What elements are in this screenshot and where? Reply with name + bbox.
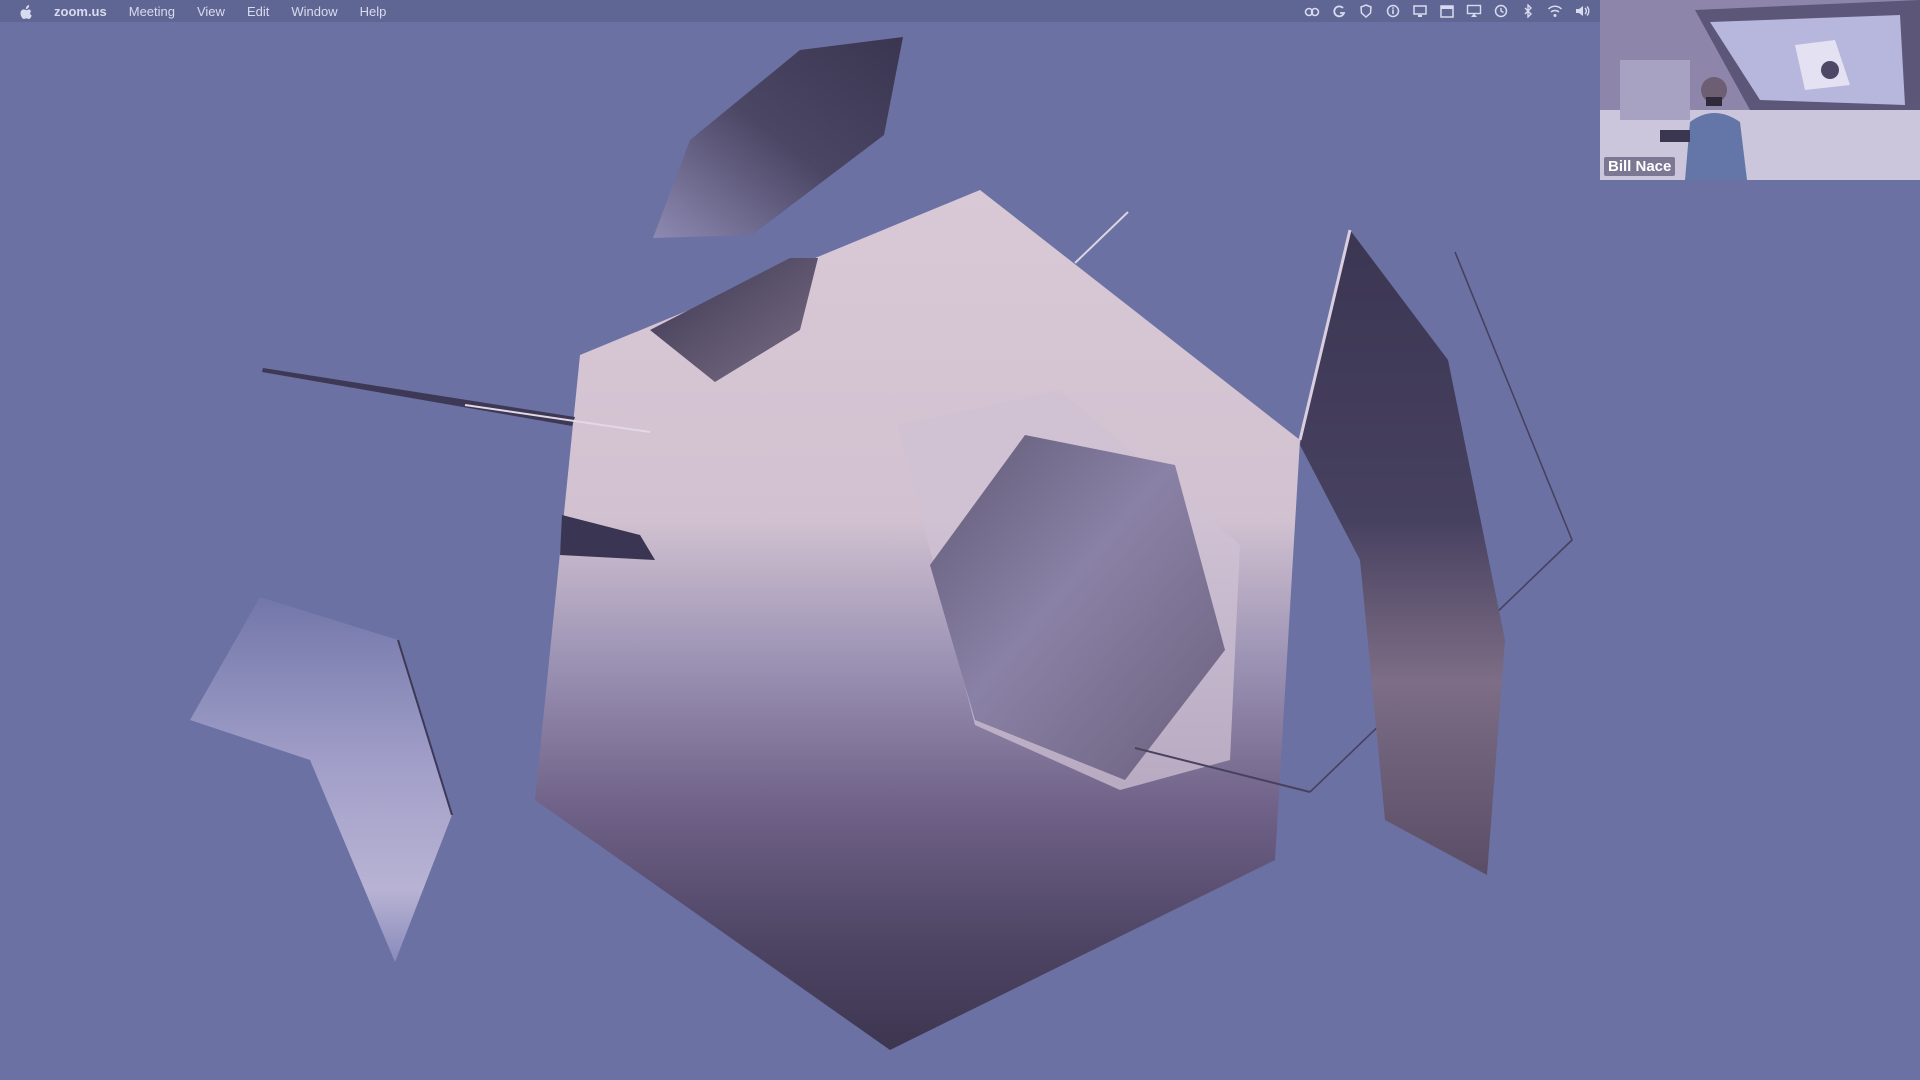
apple-logo-icon[interactable] xyxy=(18,3,34,19)
status-bar-icons xyxy=(1304,0,1590,22)
volume-icon[interactable] xyxy=(1574,4,1590,18)
menu-edit[interactable]: Edit xyxy=(247,4,269,19)
left-faint-shard xyxy=(190,597,452,962)
time-machine-icon[interactable] xyxy=(1493,4,1509,18)
participant-video-tile[interactable]: Bill Nace xyxy=(1600,0,1920,180)
menu-window[interactable]: Window xyxy=(291,4,337,19)
top-shard xyxy=(653,37,903,238)
thin-edge xyxy=(1074,211,1129,264)
airplay-icon[interactable] xyxy=(1466,4,1482,18)
needle-edge xyxy=(262,368,575,426)
shield-icon[interactable] xyxy=(1358,4,1374,18)
menu-app-name[interactable]: zoom.us xyxy=(54,4,107,19)
screen-share-icon[interactable] xyxy=(1412,4,1428,18)
menu-help[interactable]: Help xyxy=(360,4,387,19)
wifi-icon[interactable] xyxy=(1547,4,1563,18)
participant-name-label: Bill Nace xyxy=(1604,157,1676,176)
g-sync-icon[interactable] xyxy=(1331,4,1347,18)
right-tall-shard xyxy=(1300,230,1505,875)
info-circle-icon[interactable] xyxy=(1385,4,1401,18)
menu-meeting[interactable]: Meeting xyxy=(129,4,175,19)
creative-cloud-icon[interactable] xyxy=(1304,4,1320,18)
bluetooth-icon[interactable] xyxy=(1520,4,1536,18)
calendar-icon[interactable] xyxy=(1439,4,1455,18)
participant-video-feed xyxy=(1600,0,1920,180)
menu-view[interactable]: View xyxy=(197,4,225,19)
